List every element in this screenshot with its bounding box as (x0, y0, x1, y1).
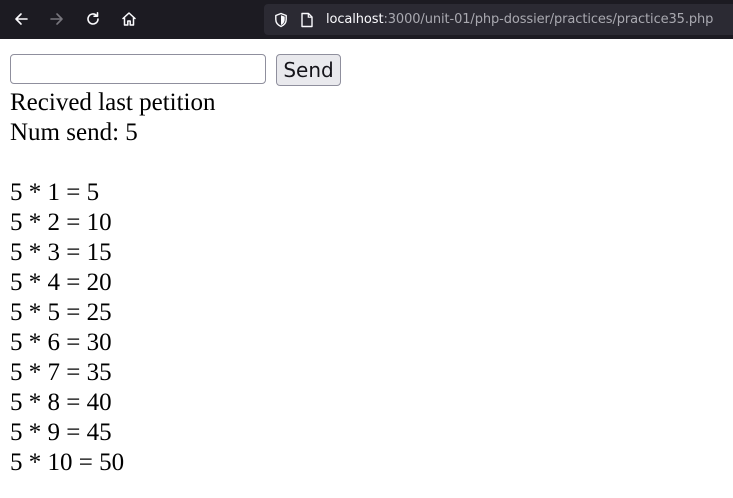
output-text: Recived last petition Num send: 5 5 * 1 … (10, 88, 216, 478)
page-icon[interactable] (300, 12, 314, 28)
send-button[interactable]: Send (276, 54, 341, 86)
table-line: 5 * 7 = 35 (10, 359, 112, 386)
url-host: localhost (326, 12, 384, 27)
table-line: 5 * 3 = 15 (10, 239, 112, 266)
table-line: 5 * 2 = 10 (10, 209, 112, 236)
table-line: 5 * 4 = 20 (10, 269, 112, 296)
table-line: 5 * 9 = 45 (10, 419, 112, 446)
shield-icon[interactable] (273, 12, 289, 28)
reload-icon (87, 12, 99, 25)
table-line: 5 * 6 = 30 (10, 329, 112, 356)
num-sent-text: Num send: 5 (10, 119, 138, 146)
browser-toolbar: localhost:3000/unit-01/php-dossier/pract… (0, 0, 733, 39)
table-line: 5 * 5 = 25 (10, 299, 112, 326)
table-line: 5 * 8 = 40 (10, 389, 112, 416)
url-bar[interactable]: localhost:3000/unit-01/php-dossier/pract… (264, 4, 733, 35)
table-line: 5 * 10 = 50 (10, 449, 125, 476)
back-button[interactable] (8, 6, 34, 32)
url-path: :3000/unit-01/php-dossier/practices/prac… (383, 12, 714, 27)
back-arrow-icon (15, 13, 28, 25)
url-text[interactable]: localhost:3000/unit-01/php-dossier/pract… (326, 11, 713, 28)
reload-button[interactable] (80, 6, 106, 32)
forward-arrow-icon (50, 13, 63, 25)
page-content: Send Recived last petition Num send: 5 5… (0, 39, 733, 498)
number-input[interactable] (10, 54, 266, 84)
home-button[interactable] (116, 6, 142, 32)
table-line: 5 * 1 = 5 (10, 179, 100, 206)
home-icon (122, 12, 136, 26)
status-message: Recived last petition (10, 89, 216, 116)
forward-button[interactable] (44, 6, 70, 32)
